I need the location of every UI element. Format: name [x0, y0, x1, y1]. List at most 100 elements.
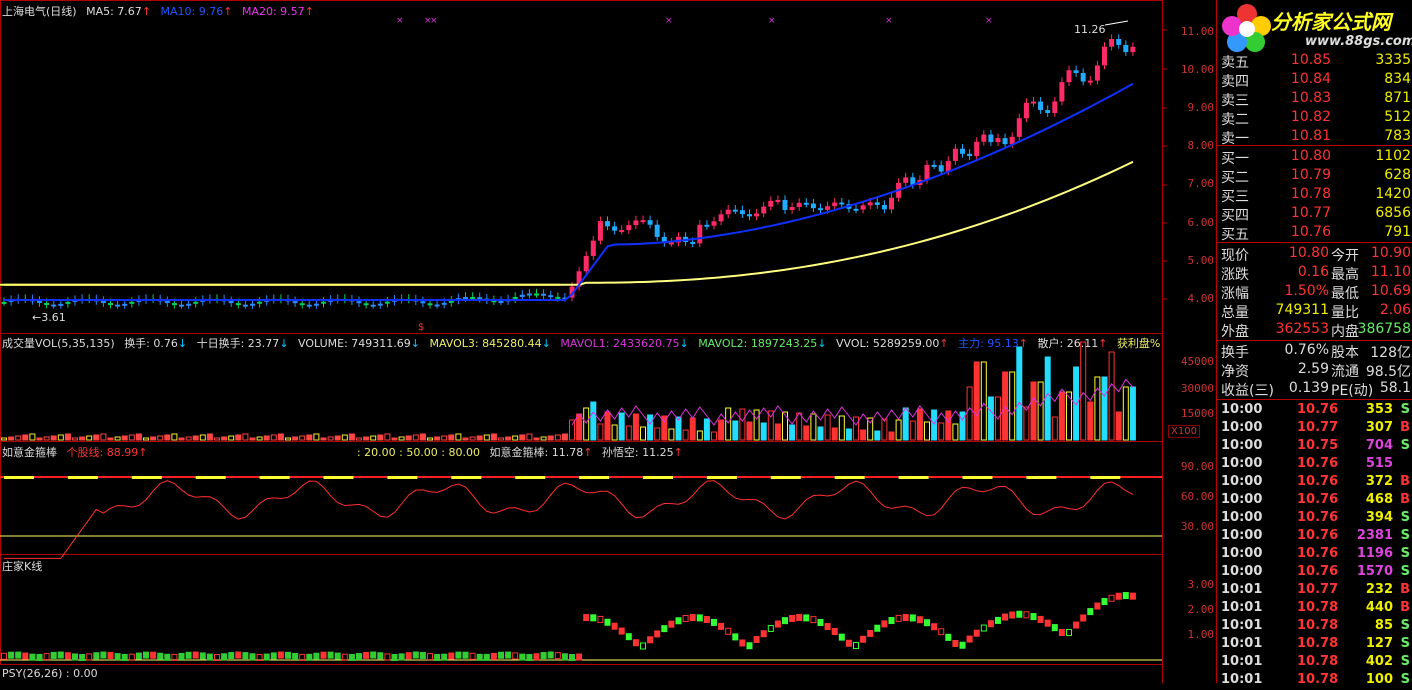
candle-body — [995, 138, 1001, 143]
zk-candle — [86, 653, 93, 661]
tick-row[interactable]: 10:00 10.76 2381 S — [1217, 528, 1412, 546]
sell-volume: 783 — [1384, 128, 1411, 144]
volume-bar — [987, 396, 994, 441]
volume-bar — [178, 437, 185, 441]
volume-label: VOLUME: 749311.69 — [298, 337, 411, 350]
buy-volume: 628 — [1384, 167, 1411, 183]
volume-bar — [682, 429, 689, 441]
candle-body — [356, 301, 362, 304]
quote-value: 10.69 — [1370, 283, 1411, 299]
stat-value: 98.5亿 — [1365, 364, 1411, 380]
candle-body — [100, 300, 106, 304]
volume-bar — [895, 419, 902, 441]
zk-candle — [782, 617, 788, 625]
zk-candle — [654, 630, 661, 638]
volume-bar — [462, 437, 469, 441]
tick-row[interactable]: 10:01 10.78 440 B — [1217, 600, 1412, 618]
volume-bar — [916, 408, 923, 441]
zk-candle — [64, 652, 71, 660]
volume-bar — [476, 435, 483, 441]
tick-row[interactable]: 10:00 10.76 353 S — [1217, 402, 1412, 420]
zk-candle — [377, 652, 384, 660]
zk-candle — [185, 651, 192, 659]
volume-bar — [427, 437, 433, 441]
tick-row[interactable]: 10:00 10.77 307 B — [1217, 420, 1412, 438]
zk-candle — [1129, 592, 1136, 600]
volume-bar — [533, 437, 540, 441]
zk-candle — [1058, 628, 1065, 636]
down-arrow-icon: ↓ — [541, 337, 551, 350]
tick-row[interactable]: 10:01 10.78 85 S — [1217, 618, 1412, 636]
tick-row[interactable]: 10:00 10.76 1570 S — [1217, 564, 1412, 582]
tick-row[interactable]: 10:00 10.76 515 — [1217, 456, 1412, 474]
zk-candle — [689, 614, 696, 622]
tick-time: 10:01 — [1221, 582, 1263, 597]
quote-label: 今开 — [1331, 248, 1359, 264]
candle-body — [1052, 101, 1058, 114]
candle-body — [640, 220, 646, 223]
candle-body — [321, 301, 326, 304]
swk-value: 孙悟空: 11.25 — [601, 446, 674, 459]
zk-candle — [824, 623, 831, 631]
volume-bar — [455, 433, 462, 441]
candle-body — [825, 206, 831, 210]
candle-body — [818, 208, 823, 211]
tick-row[interactable]: 10:00 10.76 394 S — [1217, 510, 1412, 528]
candle-body — [697, 224, 703, 244]
volume-bar — [711, 431, 717, 441]
tick-volume: 372 — [1365, 474, 1393, 489]
tick-row[interactable]: 10:00 10.76 372 B — [1217, 474, 1412, 492]
tick-volume: 1570 — [1356, 564, 1393, 579]
candle-body — [626, 225, 632, 231]
candle-body — [384, 301, 390, 304]
candle-body — [427, 303, 433, 306]
tick-row[interactable]: 10:00 10.76 1196 S — [1217, 546, 1412, 564]
zk-candle — [682, 615, 689, 623]
quote-row: 外盘 362553 内盘 386758 — [1217, 321, 1412, 340]
volume-bar — [924, 421, 930, 441]
volume-bar — [505, 436, 512, 441]
price-tick: 6.00 — [1187, 216, 1215, 229]
zk-candle — [228, 652, 235, 660]
volume-bar — [15, 435, 22, 441]
candle-body — [44, 303, 50, 306]
tick-row[interactable]: 10:00 10.75 704 S — [1217, 438, 1412, 456]
ruyi-indicator-plot[interactable] — [0, 476, 1162, 559]
candle-body — [470, 296, 476, 299]
zk-candle — [625, 633, 632, 641]
buy-row: 买五 10.76 791 — [1217, 224, 1412, 243]
tick-row[interactable]: 10:01 10.78 402 S — [1217, 654, 1412, 672]
candle-body — [938, 165, 944, 172]
candle-body — [1059, 82, 1065, 102]
ma-blue-line — [4, 82, 1134, 302]
volume-plot[interactable] — [1, 341, 1136, 441]
candle-body — [477, 297, 483, 300]
tick-time: 10:00 — [1221, 510, 1263, 525]
tick-row[interactable]: 10:01 10.77 232 B — [1217, 582, 1412, 600]
zk-candle — [916, 616, 923, 624]
volume-bar — [483, 434, 490, 441]
zk-candle — [150, 651, 157, 659]
candle-body — [37, 300, 42, 304]
candle-body — [164, 301, 170, 304]
volume-bar — [526, 433, 533, 441]
stat-row: 换手 0.76% 股本 128亿 — [1217, 342, 1412, 361]
volume-bar — [313, 433, 320, 441]
zhuangjia-kline-plot[interactable] — [0, 592, 1162, 661]
tick-row[interactable]: 10:00 10.76 468 B — [1217, 492, 1412, 510]
volume-bar — [824, 414, 831, 441]
zk-candle — [845, 639, 852, 647]
zk-candle — [767, 624, 774, 632]
mavol2-label: MAVOL2: 1897243.25 — [698, 337, 818, 350]
logo-banner[interactable]: 分析家公式网 www.88gs.com — [1217, 0, 1412, 54]
tick-row[interactable]: 10:01 10.78 127 S — [1217, 636, 1412, 654]
quote-side-panel: 分析家公式网 www.88gs.com 卖五 10.85 3335 卖四 10.84 83… — [1216, 0, 1412, 687]
tick-price: 10.78 — [1297, 672, 1339, 687]
candle-body — [747, 214, 752, 217]
volume-bar — [696, 430, 703, 441]
tick-row[interactable]: 10:01 10.78 100 S — [1217, 672, 1412, 690]
shiri-label: 十日换手: 23.77 — [196, 337, 280, 350]
main-kline-plot[interactable]: × ×× × × × ×$ — [0, 16, 1136, 333]
tick-volume: 440 — [1365, 600, 1393, 615]
tick-price: 10.76 — [1297, 474, 1339, 489]
